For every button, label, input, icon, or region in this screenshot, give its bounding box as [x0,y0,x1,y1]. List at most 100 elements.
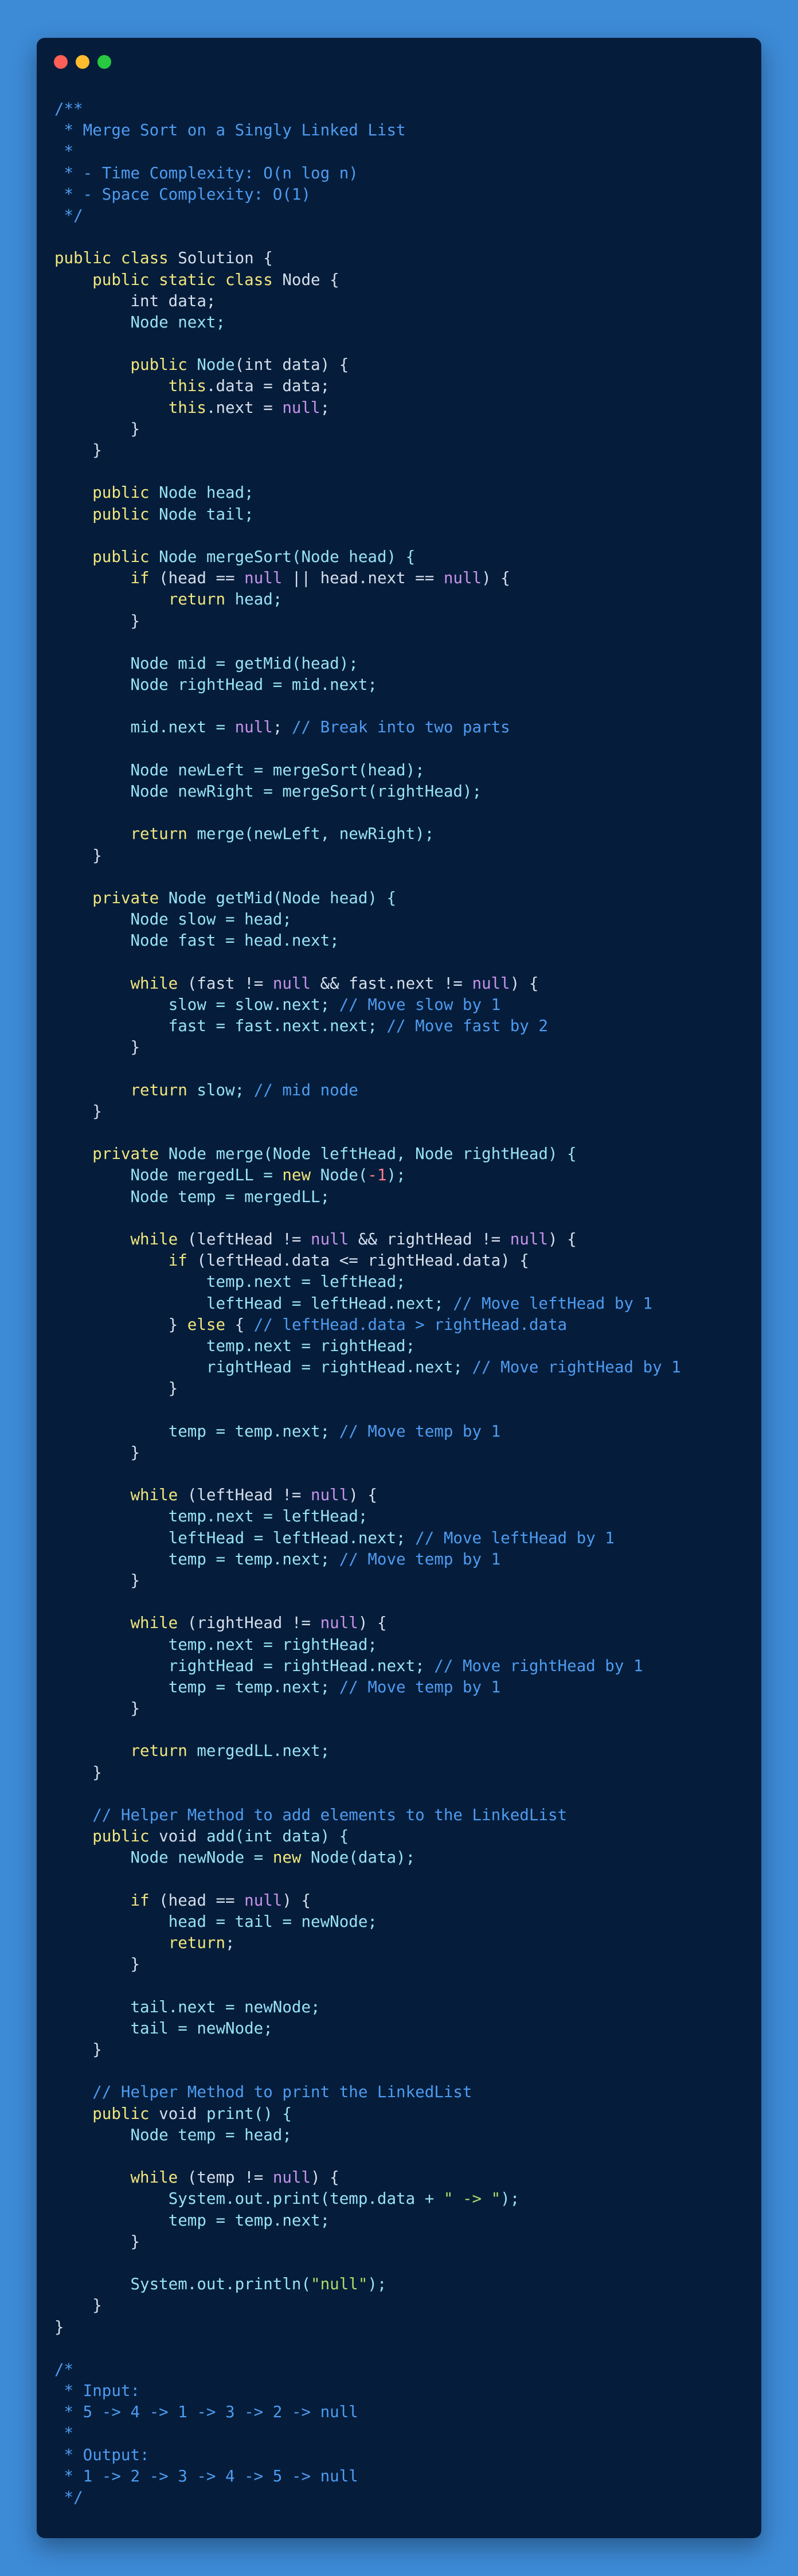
code-line: tail = newNode; [54,2018,681,2039]
code-line: public Node head; [54,482,681,504]
code-line: while (fast != null && fast.next != null… [54,973,681,994]
code-token: public [92,505,159,524]
code-line: } [54,1570,681,1591]
code-token: System.out.println( [130,2275,311,2294]
code-line: if (head == null) { [54,1890,681,1911]
code-token: } [54,2317,64,2336]
code-line: } [54,419,681,440]
code-token: Node getMid(Node head) { [168,888,397,907]
code-line: Node newNode = new Node(data); [54,1847,681,1868]
code-line: * [54,141,681,162]
code-token: .next = [206,398,283,417]
code-token: Node mergeSort(Node head) { [159,547,416,566]
code-token: } [54,2040,102,2059]
code-line: return merge(newLeft, newRight); [54,823,681,845]
code-token: null [311,1486,349,1505]
code-token: * Merge Sort on a Singly Linked List [54,121,406,140]
code-token: while [130,974,187,993]
code-token: head = tail = newNode; [168,1912,377,1931]
code-token: Node { [282,270,339,289]
code-token: // Move fast by 2 [386,1017,548,1036]
code-line: return slow; // mid node [54,1080,681,1101]
code-token: System.out.print(temp.data + [168,2189,444,2208]
code-token: Node merge(Node leftHead, Node rightHead… [168,1145,577,1164]
code-line: } else { // leftHead.data > rightHead.da… [54,1314,681,1336]
code-line: /* [54,2359,681,2380]
code-token: private [92,888,169,907]
code-line: } [54,1698,681,1719]
code-line: } [54,1954,681,1975]
code-line: rightHead = rightHead.next; // Move righ… [54,1357,681,1378]
code-line: Node temp = mergedLL; [54,1186,681,1208]
minimize-button[interactable] [76,55,89,69]
code-token: temp.next = rightHead; [168,1635,377,1654]
code-token: new [272,1848,311,1867]
code-token: merge(newLeft, newRight); [197,825,435,844]
close-button[interactable] [54,55,68,69]
code-token: (temp != [187,2168,273,2187]
code-token: rightHead = rightHead.next; [206,1358,472,1377]
code-token: } [54,419,140,438]
code-line: */ [54,205,681,227]
code-token: Node head; [159,483,254,502]
code-token: Node newRight = mergeSort(rightHead); [130,782,482,801]
code-line: return; [54,1933,681,1954]
code-token: } [54,1443,140,1462]
code-token: // Helper Method to add elements to the … [92,1806,568,1824]
code-token: null [244,569,283,588]
code-token: } [54,1379,178,1398]
maximize-button[interactable] [97,55,111,69]
code-line: Node newLeft = mergeSort(head); [54,760,681,781]
code-token: public [92,483,159,502]
code-token: } [54,846,102,865]
code-token: (rightHead != [187,1614,320,1633]
code-token: Node( [320,1166,368,1185]
code-token: return [130,825,197,844]
code-token: * [54,142,74,161]
code-line: temp.next = leftHead; [54,1506,681,1527]
code-token: // mid node [253,1080,358,1099]
code-token: // Move leftHead by 1 [453,1294,653,1313]
code-token: null [234,718,273,737]
code-line: } [54,611,681,632]
code-token: ) { [547,1230,577,1248]
code-token: * Output: [54,2445,150,2464]
code-line: } [54,2317,681,2338]
code-line: temp.next = leftHead; [54,1271,681,1293]
code-token: } [54,1699,140,1718]
code-token: } [54,611,140,630]
code-token: Node mergedLL = [130,1166,283,1185]
code-line: private Node merge(Node leftHead, Node r… [54,1143,681,1165]
code-line: temp = temp.next; [54,2210,681,2231]
code-token: Node rightHead = mid.next; [130,676,377,694]
code-line: public Node mergeSort(Node head) { [54,547,681,568]
code-token: || head.next == [282,569,444,588]
code-token: while [130,1230,187,1248]
